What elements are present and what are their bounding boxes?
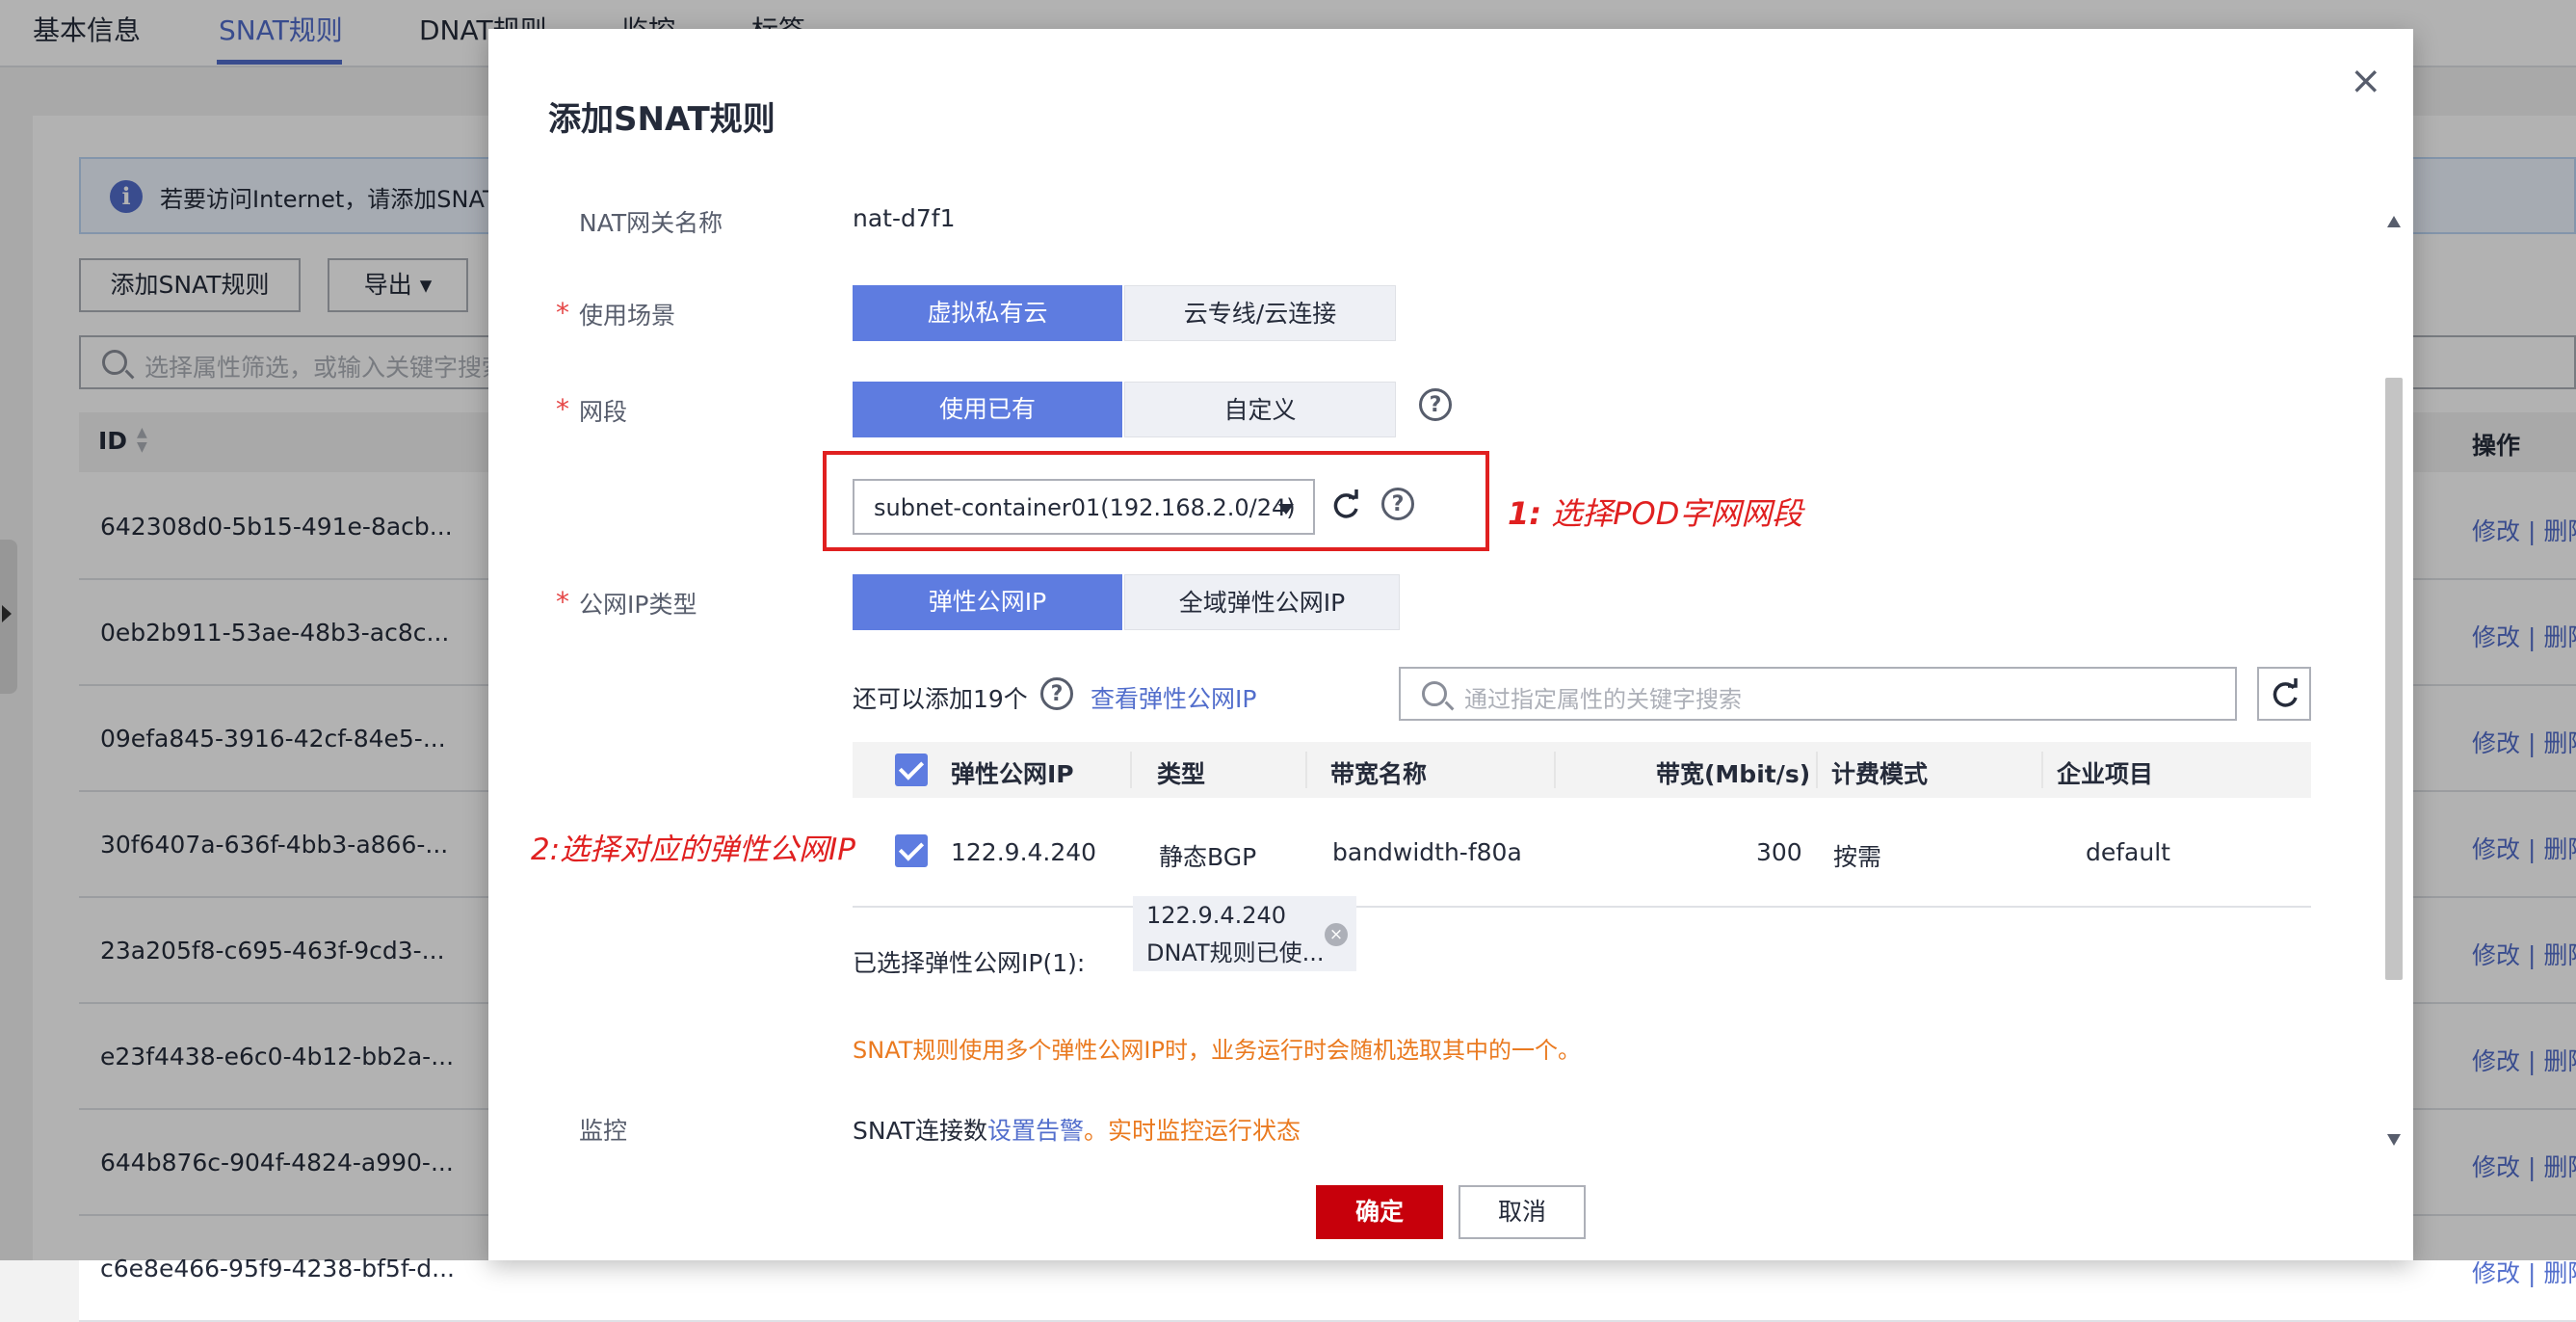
- column-project: 企业项目: [2057, 760, 2154, 788]
- required-mark: *: [556, 297, 569, 329]
- eip-search-input[interactable]: 通过指定属性的关键字搜索: [1399, 667, 2237, 721]
- multi-eip-warning: SNAT规则使用多个弹性公网IP时，业务运行时会随机选取其中的一个。: [853, 1037, 1581, 1064]
- ip-type-option-eip[interactable]: 弹性公网IP: [853, 574, 1122, 630]
- selected-eip-tag-note: DNAT规则已使...: [1146, 939, 1325, 966]
- help-icon[interactable]: ?: [1419, 388, 1452, 421]
- remaining-quota: 还可以添加19个: [853, 685, 1028, 713]
- monitor-label: 监控: [579, 1117, 628, 1145]
- subnet-option-custom[interactable]: 自定义: [1124, 382, 1396, 437]
- refresh-icon[interactable]: [1329, 489, 1362, 522]
- view-eip-link[interactable]: 查看弹性公网IP: [1091, 680, 1256, 715]
- column-eip: 弹性公网IP: [951, 760, 1074, 788]
- realtime-monitor-link[interactable]: 实时监控运行状态: [1108, 1117, 1301, 1145]
- eip-table-header: 弹性公网IP 类型 带宽名称 带宽(Mbit/s) 计费模式 企业项目: [853, 742, 2311, 798]
- selected-eip-label: 已选择弹性公网IP(1):: [853, 949, 1086, 977]
- eip-table-row[interactable]: 122.9.4.240 静态BGP bandwidth-f80a 300 按需 …: [853, 800, 2311, 908]
- subnet-select[interactable]: subnet-container01(192.168.2.0/24): [853, 479, 1315, 535]
- eip-project: default: [2086, 838, 2170, 866]
- monitor-prefix: SNAT连接数: [853, 1117, 988, 1145]
- selected-eip-tag-ip: 122.9.4.240: [1146, 902, 1287, 929]
- monitor-separator: 。: [1084, 1117, 1109, 1145]
- scene-option-vpc[interactable]: 虚拟私有云: [853, 285, 1122, 341]
- column-divider: [1130, 752, 1132, 788]
- scene-option-direct-connect[interactable]: 云专线/云连接: [1124, 285, 1396, 341]
- nat-name-label: NAT网关名称: [579, 209, 723, 237]
- chevron-down-icon: [1278, 504, 1294, 515]
- delete-link[interactable]: 删除: [2543, 1259, 2576, 1287]
- refresh-icon: [2273, 678, 2298, 707]
- eip-billing: 按需: [1833, 843, 1882, 871]
- nat-name-value: nat-d7f1: [853, 204, 956, 232]
- subnet-select-value: subnet-container01(192.168.2.0/24): [874, 494, 1296, 521]
- scene-label: 使用场景: [579, 302, 676, 330]
- add-snat-rule-dialog: 添加SNAT规则 × NAT网关名称 nat-d7f1 * 使用场景 虚拟私有云…: [488, 29, 2413, 1260]
- subnet-label: 网段: [579, 398, 628, 426]
- eip-bandwidth: 300: [1756, 838, 1802, 866]
- eip-refresh-button[interactable]: [2257, 667, 2311, 721]
- column-divider: [1816, 752, 1818, 788]
- column-billing: 计费模式: [1831, 760, 1929, 788]
- ip-type-label: 公网IP类型: [579, 591, 697, 619]
- annotation-step-2: 2:选择对应的弹性公网IP: [531, 833, 856, 867]
- confirm-button[interactable]: 确定: [1316, 1185, 1443, 1239]
- column-bandwidth-name: 带宽名称: [1330, 760, 1428, 788]
- remove-tag-icon[interactable]: ×: [1325, 923, 1348, 946]
- scrollbar-thumb[interactable]: [2385, 378, 2403, 980]
- annotation-step-1-text: 选择POD字网网段: [1541, 495, 1803, 532]
- dialog-title: 添加SNAT规则: [548, 100, 775, 139]
- help-icon[interactable]: ?: [1040, 677, 1073, 710]
- required-mark: *: [556, 586, 569, 618]
- column-divider: [2041, 752, 2043, 788]
- column-divider: [1554, 752, 1556, 788]
- row-checkbox[interactable]: [895, 834, 928, 867]
- search-icon: [1422, 681, 1447, 706]
- selected-eip-tag: 122.9.4.240 DNAT规则已使... ×: [1133, 896, 1356, 971]
- eip-type: 静态BGP: [1159, 843, 1257, 871]
- eip-bandwidth-name: bandwidth-f80a: [1332, 838, 1522, 866]
- eip-search-placeholder: 通过指定属性的关键字搜索: [1464, 686, 1742, 713]
- cancel-button[interactable]: 取消: [1459, 1185, 1586, 1239]
- set-alarm-link[interactable]: 设置告警: [987, 1117, 1084, 1145]
- edit-link[interactable]: 修改: [2472, 1259, 2520, 1287]
- dialog-scrollbar[interactable]: [2382, 195, 2405, 1158]
- eip-address: 122.9.4.240: [951, 838, 1097, 866]
- ip-type-option-global-eip[interactable]: 全域弹性公网IP: [1124, 574, 1400, 630]
- column-divider: [1305, 752, 1307, 788]
- scroll-down-icon[interactable]: [2387, 1134, 2401, 1146]
- annotation-step-1-number: 1:: [1508, 495, 1542, 532]
- scroll-up-icon[interactable]: [2387, 216, 2401, 227]
- column-bandwidth: 带宽(Mbit/s): [1656, 760, 1811, 788]
- required-mark: *: [556, 393, 569, 425]
- monitor-value: SNAT连接数设置告警。实时监控运行状态: [853, 1112, 1301, 1147]
- column-type: 类型: [1157, 760, 1206, 788]
- subnet-option-existing[interactable]: 使用已有: [853, 382, 1122, 437]
- annotation-step-1: 1: 选择POD字网网段: [1508, 489, 1802, 534]
- close-icon[interactable]: ×: [2350, 62, 2382, 100]
- select-all-checkbox[interactable]: [895, 754, 928, 786]
- help-icon[interactable]: ?: [1381, 488, 1414, 520]
